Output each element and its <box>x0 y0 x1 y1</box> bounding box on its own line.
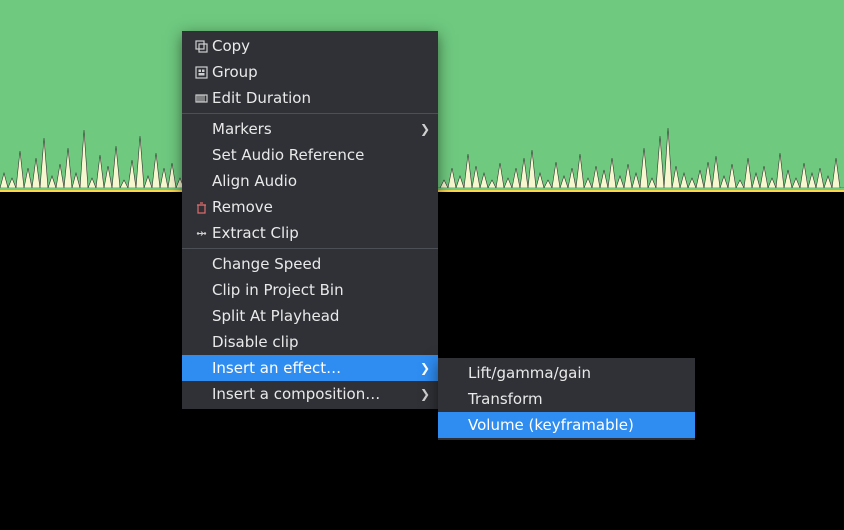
menu-item-label: Change Speed <box>212 255 430 273</box>
menu-item-label: Split At Playhead <box>212 307 430 325</box>
menu-separator <box>182 113 438 114</box>
menu-item-disable-clip[interactable]: Disable clip <box>182 329 438 355</box>
submenu-item-label: Lift/gamma/gain <box>468 364 687 382</box>
menu-item-label: Align Audio <box>212 172 430 190</box>
chevron-right-icon: ❯ <box>418 387 430 401</box>
submenu-item-transform[interactable]: Transform <box>438 386 695 412</box>
menu-item-label: Clip in Project Bin <box>212 281 430 299</box>
trash-icon <box>190 201 212 214</box>
menu-item-insert-a-composition[interactable]: Insert a composition…❯ <box>182 381 438 407</box>
submenu-item-lift-gamma-gain[interactable]: Lift/gamma/gain <box>438 360 695 386</box>
menu-item-label: Copy <box>212 37 430 55</box>
menu-item-align-audio[interactable]: Align Audio <box>182 168 438 194</box>
menu-item-edit-duration[interactable]: Edit Duration <box>182 85 438 111</box>
context-menu: CopyGroupEdit DurationMarkers❯Set Audio … <box>182 31 438 409</box>
menu-item-markers[interactable]: Markers❯ <box>182 116 438 142</box>
copy-icon <box>190 40 212 53</box>
menu-item-label: Extract Clip <box>212 224 430 242</box>
menu-item-remove[interactable]: Remove <box>182 194 438 220</box>
menu-item-label: Remove <box>212 198 430 216</box>
menu-item-label: Disable clip <box>212 333 430 351</box>
menu-item-label: Markers <box>212 120 418 138</box>
menu-item-set-audio-reference[interactable]: Set Audio Reference <box>182 142 438 168</box>
menu-item-group[interactable]: Group <box>182 59 438 85</box>
menu-item-split-at-playhead[interactable]: Split At Playhead <box>182 303 438 329</box>
menu-item-label: Set Audio Reference <box>212 146 430 164</box>
menu-item-extract-clip[interactable]: Extract Clip <box>182 220 438 246</box>
menu-item-insert-an-effect[interactable]: Insert an effect…❯ <box>182 355 438 381</box>
duration-icon <box>190 92 212 105</box>
menu-item-label: Group <box>212 63 430 81</box>
submenu-item-label: Transform <box>468 390 687 408</box>
submenu-item-volume-keyframable[interactable]: Volume (keyframable) <box>438 412 695 438</box>
menu-item-change-speed[interactable]: Change Speed <box>182 251 438 277</box>
menu-item-label: Edit Duration <box>212 89 430 107</box>
group-icon <box>190 66 212 79</box>
chevron-right-icon: ❯ <box>418 361 430 375</box>
menu-separator <box>182 248 438 249</box>
extract-icon <box>190 227 212 240</box>
chevron-right-icon: ❯ <box>418 122 430 136</box>
submenu-item-label: Volume (keyframable) <box>468 416 687 434</box>
menu-item-copy[interactable]: Copy <box>182 33 438 59</box>
menu-item-label: Insert a composition… <box>212 385 418 403</box>
menu-item-clip-in-project-bin[interactable]: Clip in Project Bin <box>182 277 438 303</box>
menu-item-label: Insert an effect… <box>212 359 418 377</box>
effect-submenu: Lift/gamma/gain Transform Volume (keyframa… <box>438 358 695 440</box>
